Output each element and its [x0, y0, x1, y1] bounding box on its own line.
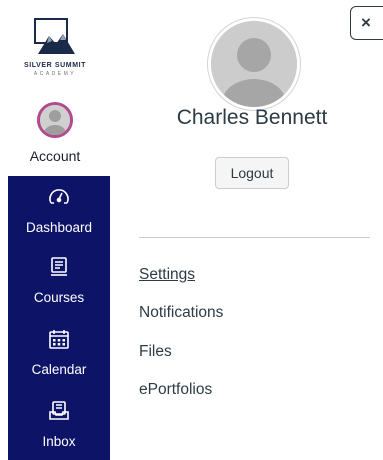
brand-logo[interactable]: SILVER SUMMIT ACADEMY [0, 0, 110, 88]
mountain-logo-icon [34, 18, 75, 54]
global-nav: SILVER SUMMIT ACADEMY Account Dashboard … [0, 0, 110, 460]
user-silhouette-icon [211, 21, 297, 107]
nav-item-account[interactable]: Account [0, 96, 110, 172]
dashboard-gauge-icon [49, 189, 69, 204]
nav-item-dashboard[interactable]: Dashboard [8, 176, 110, 244]
user-silhouette-icon [40, 105, 70, 135]
nav-item-inbox-label: Inbox [42, 434, 76, 449]
profile-avatar [208, 18, 300, 110]
courses-book-icon [51, 257, 67, 276]
close-icon: × [361, 13, 371, 32]
brand-subtitle: ACADEMY [33, 71, 77, 77]
nav-item-account-label: Account [29, 148, 81, 164]
nav-item-calendar-label: Calendar [31, 362, 87, 377]
account-avatar [37, 102, 73, 138]
notifications-link[interactable]: Notifications [139, 304, 223, 322]
nav-item-courses[interactable]: Courses [8, 246, 110, 314]
nav-item-inbox[interactable]: Inbox [8, 390, 110, 458]
nav-item-courses-label: Courses [33, 290, 85, 305]
divider [139, 237, 370, 238]
nav-menu: Dashboard Courses Calendar Inbox [8, 176, 110, 460]
files-link[interactable]: Files [139, 343, 172, 361]
nav-item-calendar[interactable]: Calendar [8, 318, 110, 386]
settings-link[interactable]: Settings [139, 266, 195, 284]
nav-item-dashboard-label: Dashboard [25, 220, 93, 235]
logout-button[interactable]: Logout [215, 157, 289, 189]
close-tray-button[interactable]: × [350, 6, 383, 40]
app-root: SILVER SUMMIT ACADEMY Account Dashboard … [0, 0, 383, 460]
brand-name: SILVER SUMMIT [23, 62, 87, 69]
user-name: Charles Bennett [176, 106, 328, 129]
inbox-icon [49, 401, 69, 420]
calendar-icon [49, 330, 69, 349]
eportfolios-link[interactable]: ePortfolios [139, 381, 212, 399]
